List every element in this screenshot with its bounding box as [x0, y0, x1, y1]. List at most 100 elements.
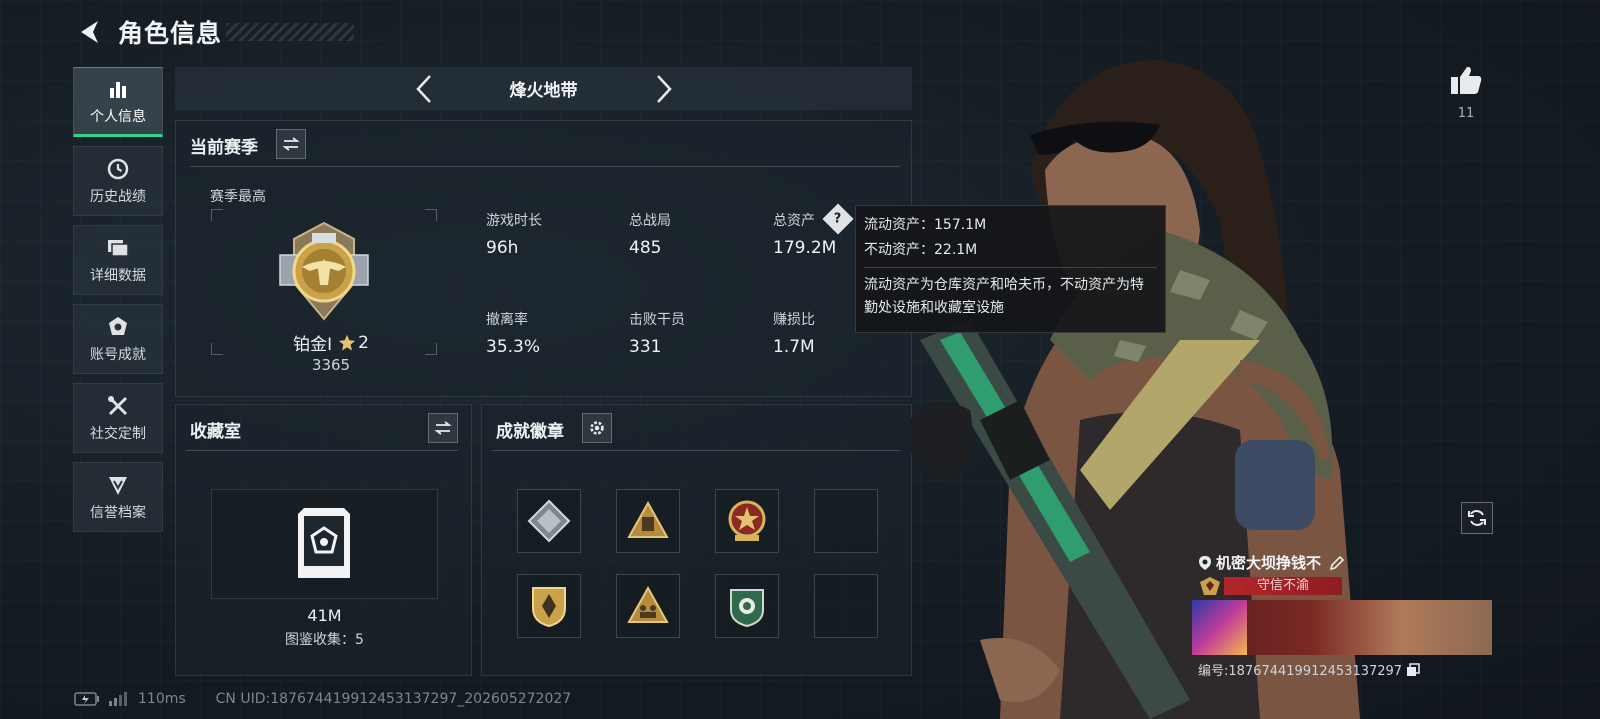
badge-slot[interactable] — [616, 574, 680, 638]
season-best-label: 赛季最高 — [210, 189, 266, 205]
tools-icon — [105, 393, 131, 419]
copy-icon[interactable] — [1406, 662, 1420, 677]
stat-value-total-assets: 179.2M — [773, 238, 837, 258]
refresh-button[interactable] — [1461, 502, 1493, 534]
assets-help-icon[interactable]: ? — [822, 203, 854, 235]
badge-slot[interactable] — [517, 574, 581, 638]
history-icon — [105, 156, 131, 182]
reputation-tag: 守信不渝 — [1224, 577, 1342, 595]
sidebar-item-reputation[interactable]: 信誉档案 — [73, 462, 163, 532]
badges-divider — [492, 450, 900, 451]
thumbs-up-icon — [1451, 66, 1482, 94]
tooltip-fixed-assets: 不动资产：22.1M — [864, 242, 978, 258]
collection-divider — [186, 450, 458, 451]
green-shield-badge-icon — [730, 589, 764, 628]
collection-preview[interactable] — [211, 489, 438, 599]
tooltip-description: 流动资产为仓库资产和哈夫币，不动资产为特勤处设施和收藏室设施 — [864, 277, 1144, 316]
back-arrow-icon — [81, 21, 98, 43]
shield-icon — [105, 472, 131, 498]
badge-slot[interactable] — [616, 489, 680, 553]
page-title: 角色信息 — [118, 19, 223, 48]
title-decoration — [226, 23, 355, 41]
season-panel: 当前赛季 赛季最高 铂金Ⅰ 2 3365 游戏时长 96h 总战局 485 总资… — [175, 120, 912, 397]
badge-slot[interactable] — [517, 489, 581, 553]
badge-settings-button[interactable] — [582, 413, 612, 443]
season-title: 当前赛季 — [190, 138, 258, 158]
stat-label-matches: 总战局 — [629, 213, 671, 229]
stat-value-matches: 485 — [629, 238, 662, 258]
switch-season-button[interactable] — [276, 129, 306, 159]
sidebar-item-label: 社交定制 — [90, 426, 146, 442]
sidebar-item-personal-info[interactable]: 个人信息 — [73, 67, 163, 137]
stat-label-kills: 击败干员 — [629, 312, 685, 328]
sidebar-item-achievements[interactable]: 账号成就 — [73, 304, 163, 374]
stat-label-extract-rate: 撤离率 — [486, 312, 528, 328]
back-button[interactable] — [74, 17, 104, 47]
location-pin-icon — [1199, 555, 1211, 570]
switch-collection-button[interactable] — [428, 413, 458, 443]
season-divider — [190, 166, 900, 167]
triangle-figures-badge-icon — [627, 585, 669, 623]
stat-value-profit-ratio: 1.7M — [773, 337, 815, 357]
star-icon — [338, 334, 356, 350]
swap-icon — [282, 137, 300, 151]
stat-value-playtime: 96h — [486, 238, 519, 258]
badges-title: 成就徽章 — [496, 422, 564, 442]
uid-text: CN UID:187674419912453137297_20260527202… — [215, 691, 572, 707]
ping-text: 110ms — [138, 691, 186, 707]
vault-icon — [298, 508, 350, 578]
diamond-badge-icon — [527, 499, 571, 543]
sidebar-item-label: 个人信息 — [90, 109, 146, 125]
edit-name-icon[interactable] — [1329, 555, 1345, 571]
sidebar-item-detail-data[interactable]: 详细数据 — [73, 225, 163, 295]
sidebar-item-history[interactable]: 历史战绩 — [73, 146, 163, 216]
chevron-left-icon — [415, 74, 431, 103]
player-name-row: 机密大坝挣钱不 — [1198, 552, 1345, 573]
bar-chart-icon — [105, 76, 131, 102]
rank-stars: 2 — [358, 332, 369, 353]
mode-selector: 烽火地带 — [175, 67, 912, 110]
battery-icon — [74, 692, 99, 706]
next-mode-button[interactable] — [644, 69, 684, 109]
tooltip-liquid-assets: 流动资产：157.1M — [864, 217, 987, 233]
sidebar-item-label: 历史战绩 — [90, 189, 146, 205]
badge-slot[interactable] — [715, 574, 779, 638]
reputation-emblem-icon — [1198, 576, 1222, 596]
collection-count: 图鉴收集：5 — [285, 632, 364, 648]
shield-badge-icon — [532, 587, 566, 628]
stat-label-playtime: 游戏时长 — [486, 213, 542, 229]
trophy-icon — [105, 314, 131, 340]
tooltip-divider — [864, 267, 1157, 268]
badge-slot[interactable] — [715, 489, 779, 553]
rank-name-row: 铂金Ⅰ 2 — [281, 330, 381, 356]
stat-label-profit-ratio: 赚损比 — [773, 312, 815, 328]
page-header: 角色信息 — [74, 14, 355, 50]
star-medal-badge-icon — [728, 500, 766, 541]
player-card: 机密大坝挣钱不 守信不渝 编号:187674419912453137297 — [1192, 548, 1492, 680]
stat-value-kills: 331 — [629, 337, 662, 357]
like-widget[interactable]: 11 — [1446, 64, 1486, 121]
player-id-row: 编号:187674419912453137297 — [1198, 660, 1420, 679]
player-name: 机密大坝挣钱不 — [1216, 554, 1322, 572]
stat-value-extract-rate: 35.3% — [486, 337, 541, 357]
sidebar-item-label: 信誉档案 — [90, 505, 146, 521]
sidebar: 个人信息 历史战绩 详细数据 账号成就 社交定制 信誉档案 — [73, 67, 163, 541]
assets-tooltip: 流动资产：157.1M 不动资产：22.1M 流动资产为仓库资产和哈夫币，不动资… — [855, 205, 1166, 333]
collection-value: 41M — [307, 606, 342, 625]
collection-panel: 收藏室 41M 图鉴收集：5 — [175, 404, 472, 676]
player-banner[interactable] — [1192, 600, 1492, 655]
sidebar-item-social[interactable]: 社交定制 — [73, 383, 163, 453]
triangle-badge-icon — [627, 500, 669, 538]
sidebar-item-label: 账号成就 — [90, 347, 146, 363]
player-avatar — [1192, 600, 1247, 655]
prev-mode-button[interactable] — [404, 69, 444, 109]
rank-name: 铂金Ⅰ — [293, 335, 333, 355]
gear-icon — [590, 421, 604, 435]
signal-icon — [109, 692, 127, 706]
folder-icon — [105, 235, 131, 261]
rank-medal-icon — [272, 219, 376, 323]
player-id: 编号:187674419912453137297 — [1198, 664, 1403, 679]
stat-label-total-assets: 总资产 — [773, 213, 815, 229]
mode-title: 烽火地带 — [509, 81, 578, 101]
rank-points: 3365 — [311, 356, 351, 374]
